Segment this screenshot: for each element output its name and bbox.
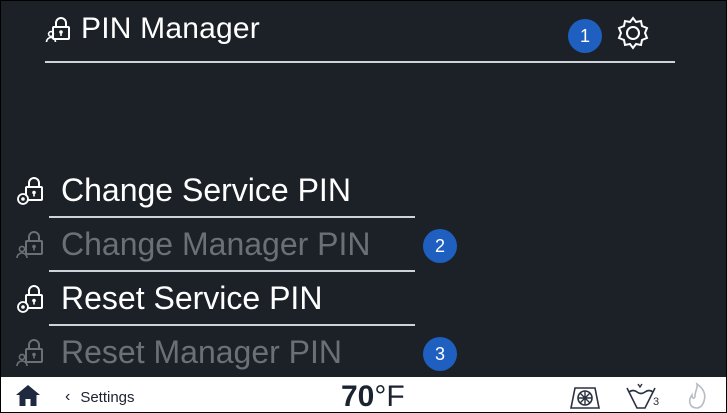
water-level-icon: 3	[623, 382, 660, 410]
gear-icon[interactable]	[615, 15, 651, 51]
header-divider	[45, 61, 675, 63]
lock-person-icon	[15, 335, 49, 369]
chevron-left-icon: ‹	[65, 388, 71, 405]
temperature-display: 70°F	[341, 380, 405, 413]
callout-badge-1: 1	[568, 19, 602, 53]
screen: PIN Manager 1 Change Service PIN Change …	[0, 0, 727, 413]
page-header: PIN Manager	[45, 7, 260, 51]
lock-gear-icon	[15, 173, 49, 207]
water-level-subscript: 3	[653, 396, 660, 408]
lock-person-icon	[45, 14, 75, 44]
flame-icon	[683, 382, 711, 410]
callout-badge-3: 3	[423, 337, 457, 371]
menu-item-label: Reset Service PIN	[61, 279, 323, 316]
menu-item-label: Change Service PIN	[61, 171, 351, 208]
temperature-unit: °F	[374, 380, 405, 413]
pin-menu: Change Service PIN Change Manager PIN Re…	[15, 163, 435, 379]
reset-service-pin-item[interactable]: Reset Service PIN	[15, 271, 435, 326]
menu-item-label: Change Manager PIN	[61, 225, 371, 262]
back-button[interactable]: ‹ Settings	[65, 388, 135, 406]
change-manager-pin-item[interactable]: Change Manager PIN	[15, 217, 435, 272]
home-icon[interactable]	[15, 383, 41, 407]
page-title: PIN Manager	[81, 12, 260, 45]
change-service-pin-item[interactable]: Change Service PIN	[15, 163, 435, 218]
back-label: Settings	[80, 388, 135, 406]
menu-item-label: Reset Manager PIN	[61, 333, 343, 370]
lock-person-icon	[15, 227, 49, 261]
temperature-value: 70	[341, 380, 375, 413]
fan-icon	[567, 382, 601, 410]
callout-badge-2: 2	[423, 229, 457, 263]
lock-gear-icon	[15, 281, 49, 315]
reset-manager-pin-item[interactable]: Reset Manager PIN	[15, 325, 435, 379]
bottom-bar: ‹ Settings 70°F 3	[1, 377, 726, 412]
